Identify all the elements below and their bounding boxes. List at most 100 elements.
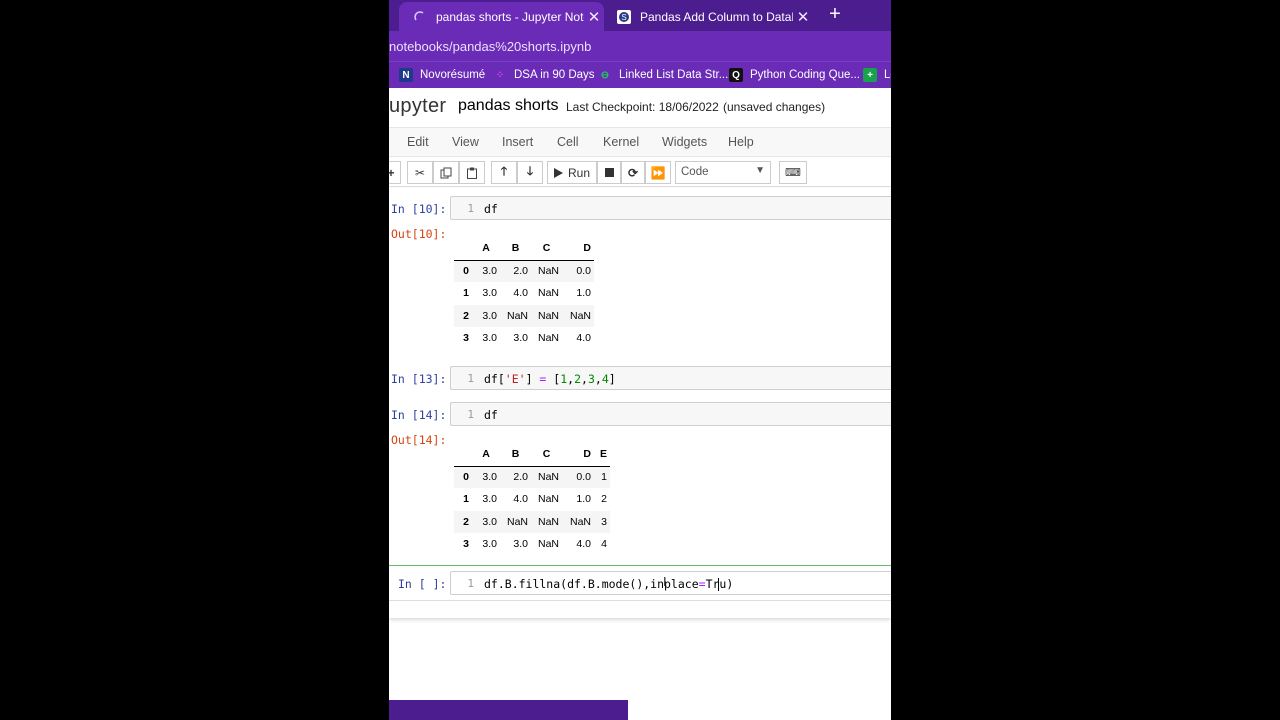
table-cell: NaN: [500, 304, 531, 327]
move-up-button[interactable]: 🡑: [491, 161, 517, 184]
table-cell: 3.0: [472, 510, 500, 533]
row-index: 0: [454, 466, 472, 489]
selected-cell[interactable]: In [ ]: 1 df.B.fillna(df.B.mode(),inplac…: [389, 565, 891, 601]
close-tab-icon[interactable]: ✕: [584, 8, 604, 26]
menu-cell[interactable]: Cell: [557, 135, 579, 149]
cell-type-select[interactable]: Code ▼: [675, 161, 771, 184]
line-number: 1: [467, 408, 474, 421]
menu-edit[interactable]: Edit: [407, 135, 429, 149]
table-cell: 2.0: [500, 466, 531, 489]
code-cell-14[interactable]: 1 df: [450, 402, 891, 426]
menu-bar: Edit View Insert Cell Kernel Widgets Hel…: [389, 128, 891, 157]
table-row: 2 3.0 NaN NaN NaN 3: [454, 510, 610, 533]
address-bar[interactable]: notebooks/pandas%20shorts.ipynb: [389, 31, 891, 61]
table-cell: NaN: [537, 493, 559, 506]
table-cell: NaN: [562, 510, 594, 533]
cell-type-value: Code: [681, 166, 709, 178]
code-cell-10[interactable]: 1 df: [450, 196, 891, 220]
table-cell: NaN: [500, 510, 531, 533]
arrow-down-icon: 🡓: [526, 164, 534, 178]
table-cell: NaN: [531, 304, 562, 327]
refresh-icon: ⟳: [627, 165, 639, 180]
code-editor[interactable]: 1 df.B.fillna(df.B.mode(),inplace=Tru) I: [450, 571, 891, 595]
table-row: 2 3.0 NaN NaN NaN: [454, 304, 594, 327]
table-cell: 3.0: [513, 538, 528, 551]
move-down-button[interactable]: 🡓: [517, 161, 543, 184]
cut-button[interactable]: ✂: [407, 161, 433, 184]
insert-cell-button[interactable]: +: [389, 161, 401, 184]
paste-button[interactable]: [459, 161, 485, 184]
command-palette-button[interactable]: ⌨: [779, 161, 807, 184]
copy-button[interactable]: [433, 161, 459, 184]
table-cell: NaN: [562, 304, 594, 327]
code-text: df.B.fillna(df.B.mode(),inplace=Tru): [484, 577, 734, 591]
table-cell: NaN: [531, 510, 562, 533]
unsaved-changes-indicator: (unsaved changes): [723, 100, 826, 114]
row-index: 2: [454, 510, 472, 533]
table-cell: 4: [601, 538, 607, 551]
index-header: [454, 236, 472, 261]
plus-icon: +: [389, 165, 395, 180]
tab-bar: pandas shorts - Jupyter Notebook ✕ S Pan…: [389, 0, 891, 31]
table-row: 1 3.0 4.0 NaN 1.0 2: [454, 488, 610, 510]
table-cell: 3.0: [482, 287, 497, 300]
dsa-icon: ⁘: [495, 69, 505, 81]
menu-help[interactable]: Help: [728, 135, 754, 149]
menu-kernel[interactable]: Kernel: [603, 135, 639, 149]
column-header: C: [531, 236, 562, 261]
column-header: B: [500, 236, 531, 261]
restart-button[interactable]: ⟳: [621, 161, 645, 184]
bookmarks-bar: N Novorésumé ⁘ DSA in 90 Days ⊖ Linked L…: [389, 61, 891, 88]
bookmark-label: Linked List Data Str...: [619, 69, 729, 81]
tab-title: Pandas Add Column to DataFrame: [640, 9, 793, 24]
tab-pandas-add-column[interactable]: S Pandas Add Column to DataFrame ✕: [603, 2, 813, 31]
run-button[interactable]: Run: [547, 161, 597, 184]
output-prompt: Out[14]:: [391, 433, 447, 447]
restart-run-all-button[interactable]: ⏩: [645, 161, 671, 184]
bookmark-label: Le: [884, 69, 891, 81]
table-cell: 1.0: [576, 493, 591, 506]
table-cell: NaN: [531, 260, 562, 283]
notebook-name[interactable]: pandas shorts: [458, 97, 559, 115]
le-icon: +: [863, 68, 877, 82]
menu-view[interactable]: View: [452, 135, 479, 149]
menu-widgets[interactable]: Widgets: [662, 135, 707, 149]
chevron-down-icon: ▼: [755, 165, 765, 176]
table-cell: 3.0: [482, 538, 497, 551]
browser-window: pandas shorts - Jupyter Notebook ✕ S Pan…: [389, 0, 891, 720]
tab-title: pandas shorts - Jupyter Notebook: [436, 9, 584, 24]
column-header: E: [594, 442, 610, 467]
novoresume-icon: N: [399, 68, 413, 82]
interrupt-button[interactable]: [597, 161, 621, 184]
code-cell-13[interactable]: 1 df['E'] = [1,2,3,4]: [450, 366, 891, 390]
table-cell: 4.0: [576, 332, 591, 345]
dataframe-output-14: A B C D E 0 3.0 2.0 NaN 0.0 1 1 3.0 4.0 …: [454, 442, 610, 555]
table-cell: 3.0: [472, 304, 500, 327]
play-icon: [553, 167, 563, 178]
tab-jupyter[interactable]: pandas shorts - Jupyter Notebook ✕: [399, 2, 604, 31]
notebook-toolbar: + ✂ 🡑 🡓 Run ⟳ ⏩ Code ▼ ⌨: [389, 157, 891, 187]
bookmark-novoresume[interactable]: N Novorésumé: [399, 68, 485, 82]
close-tab-icon[interactable]: ✕: [793, 8, 813, 26]
table-row: 0 3.0 2.0 NaN 0.0: [454, 260, 594, 283]
jupyter-loading-icon: [413, 10, 427, 24]
checkpoint-status: Last Checkpoint: 18/06/2022: [566, 100, 719, 114]
table-cell: 1.0: [576, 287, 591, 300]
url-text: notebooks/pandas%20shorts.ipynb: [389, 39, 592, 54]
row-index: 1: [463, 287, 469, 300]
bookmark-linked-list[interactable]: ⊖ Linked List Data Str...: [598, 68, 729, 82]
notebook-container: In [10]: 1 df Out[10]: A B C D 0 3.0 2.0: [389, 188, 891, 618]
line-number: 1: [467, 202, 474, 215]
bookmark-python-coding[interactable]: Q Python Coding Que...: [729, 68, 860, 82]
menu-insert[interactable]: Insert: [502, 135, 533, 149]
table-cell: 4.0: [576, 538, 591, 551]
table-cell: 3: [594, 510, 610, 533]
jupyter-logo[interactable]: upyter: [389, 95, 446, 118]
code-text: df: [484, 202, 498, 216]
table-cell: NaN: [537, 538, 559, 551]
row-index: 0: [454, 260, 472, 283]
bookmark-le[interactable]: + Le: [863, 68, 891, 82]
new-tab-button[interactable]: +: [825, 4, 845, 25]
bookmark-dsa[interactable]: ⁘ DSA in 90 Days: [493, 68, 595, 82]
row-index: 3: [463, 332, 469, 345]
